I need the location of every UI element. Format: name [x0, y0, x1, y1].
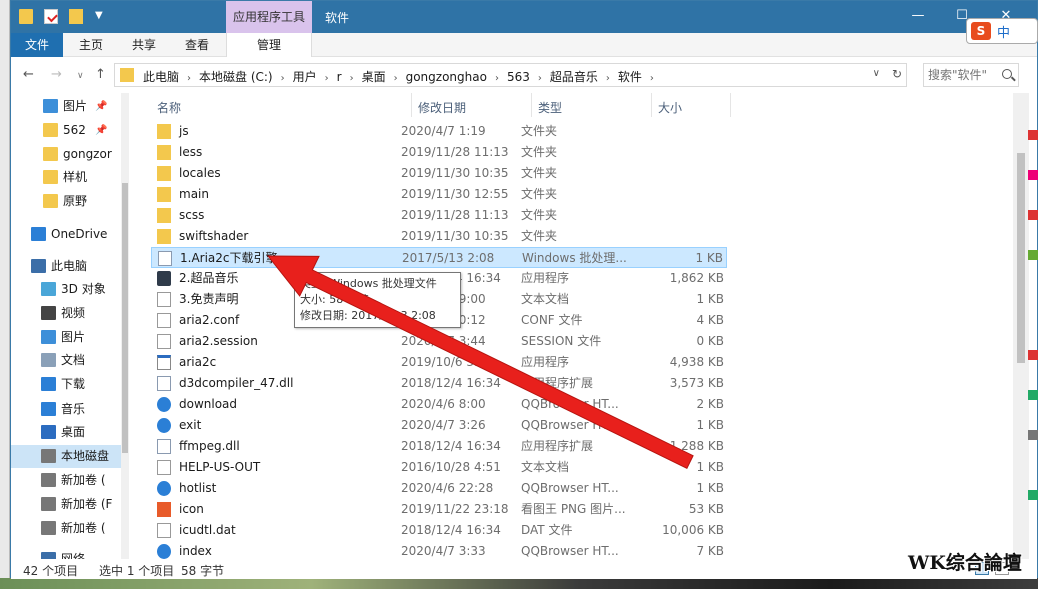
annotation-arrow: [266, 255, 694, 469]
watermark: WK综合論壇: [908, 552, 1022, 574]
red-arrow-icon: [266, 255, 694, 469]
